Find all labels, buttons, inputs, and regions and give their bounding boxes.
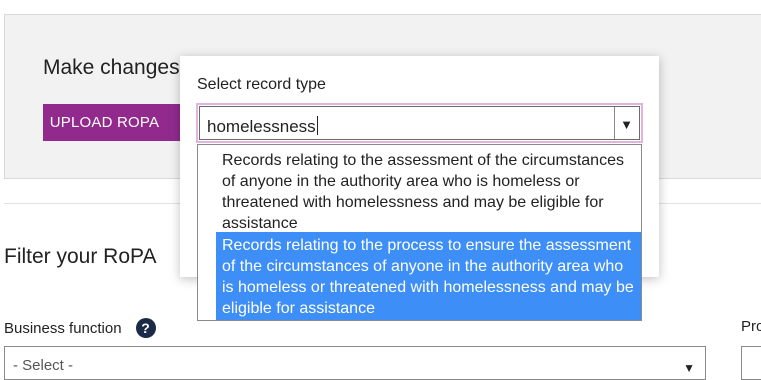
record-type-label: Select record type bbox=[197, 76, 326, 93]
search-value: homelessness bbox=[207, 117, 316, 136]
caret-down-icon[interactable]: ▼ bbox=[620, 117, 633, 132]
upload-ropa-button[interactable]: UPLOAD ROPA bbox=[43, 104, 186, 141]
filter-title: Filter your RoPA bbox=[4, 245, 157, 268]
list-item[interactable]: Records relating to the assessment of th… bbox=[216, 147, 641, 237]
make-changes-title: Make changes bbox=[43, 56, 180, 79]
caret-down-icon: ▼ bbox=[683, 361, 695, 375]
record-type-combobox[interactable]: homelessness ▼ bbox=[196, 103, 643, 143]
business-function-placeholder: - Select - bbox=[13, 357, 74, 374]
record-type-search-input[interactable]: homelessness bbox=[207, 116, 318, 137]
business-function-label-row: Business function ? bbox=[4, 318, 156, 338]
business-function-label: Business function bbox=[4, 319, 122, 337]
process-select[interactable] bbox=[741, 346, 761, 380]
combobox-field[interactable]: homelessness ▼ bbox=[199, 106, 640, 140]
process-label: Pro bbox=[741, 318, 761, 335]
text-caret bbox=[316, 116, 318, 135]
question-circle-icon[interactable]: ? bbox=[135, 318, 156, 338]
list-item-selected[interactable]: Records relating to the process to ensur… bbox=[216, 232, 641, 320]
record-type-listbox[interactable]: Records relating to the assessment of th… bbox=[197, 144, 642, 321]
business-function-select[interactable]: - Select - ▼ bbox=[4, 346, 706, 380]
combobox-separator bbox=[614, 107, 615, 139]
